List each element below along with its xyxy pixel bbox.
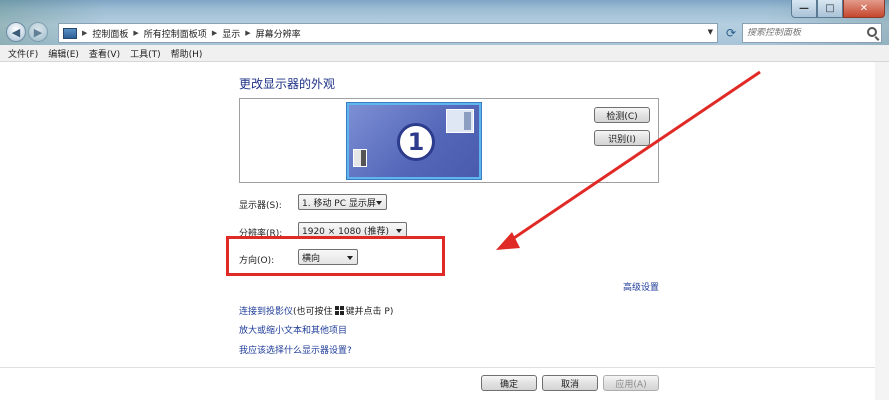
display-select-value: 1. 移动 PC 显示屏 [302, 198, 376, 209]
breadcrumb-item[interactable]: 控制面板 [92, 27, 128, 40]
chevron-right-icon[interactable]: ▶ [212, 29, 217, 37]
refresh-button[interactable]: ⟳ [722, 23, 740, 43]
text-size-link[interactable]: 放大或缩小文本和其他项目 [239, 323, 347, 336]
back-button[interactable]: ◀ [6, 22, 26, 42]
projector-hint-text: (也可按住 [293, 307, 333, 317]
close-button[interactable]: ✕ [843, 0, 885, 18]
identify-button[interactable]: 识别(I) [594, 130, 650, 146]
minimize-icon: — [799, 3, 809, 14]
menu-help[interactable]: 帮助(H) [169, 47, 205, 60]
menu-tools[interactable]: 工具(T) [128, 47, 163, 60]
chevron-right-icon[interactable]: ▶ [245, 29, 250, 37]
projector-link-row: 连接到投影仪(也可按住 键并点击 P) [239, 304, 393, 317]
chevron-down-icon [396, 229, 402, 233]
orientation-highlight-box [226, 236, 445, 276]
breadcrumb-item[interactable]: 显示 [222, 27, 240, 40]
page-title: 更改显示器的外观 [239, 77, 336, 91]
menu-edit[interactable]: 编辑(E) [46, 47, 81, 60]
chevron-right-icon[interactable]: ▶ [82, 29, 87, 37]
monitor-1-tile[interactable]: 1 [347, 103, 481, 179]
close-icon: ✕ [859, 3, 869, 14]
search-box[interactable] [742, 23, 882, 43]
detect-button[interactable]: 检测(C) [594, 107, 650, 123]
main-content: 更改显示器的外观 1 检测(C) 识别(I) 显示器(S): 1. 移动 PC … [0, 62, 889, 400]
window-controls: — □ ✕ [791, 0, 885, 18]
search-input[interactable] [747, 28, 865, 38]
search-icon[interactable] [867, 27, 877, 37]
cancel-button[interactable]: 取消 [542, 375, 598, 391]
nav-buttons: ◀ ▶ [6, 22, 48, 42]
breadcrumb-item[interactable]: 所有控制面板项 [144, 27, 207, 40]
forward-button[interactable]: ▶ [28, 22, 48, 42]
forward-arrow-icon: ▶ [33, 25, 43, 39]
display-select[interactable]: 1. 移动 PC 显示屏 [298, 194, 387, 210]
chevron-down-icon [376, 201, 382, 205]
monitor-preview-panel: 1 检测(C) 识别(I) [239, 98, 659, 183]
control-panel-icon [63, 27, 77, 39]
menu-view[interactable]: 查看(V) [87, 47, 122, 60]
address-bar[interactable]: ▶ 控制面板 ▶ 所有控制面板项 ▶ 显示 ▶ 屏幕分辨率 ▼ [58, 23, 718, 43]
menu-file[interactable]: 文件(F) [6, 47, 40, 60]
breadcrumb-item[interactable]: 屏幕分辨率 [256, 27, 301, 40]
advanced-settings-link[interactable]: 高级设置 [623, 280, 659, 293]
divider [0, 367, 875, 368]
maximize-icon: □ [825, 3, 835, 14]
window-preview-icon [446, 109, 474, 133]
resolution-select-value: 1920 × 1080 (推荐) [302, 226, 389, 237]
windows-logo-icon [334, 306, 344, 315]
display-label: 显示器(S): [239, 201, 282, 211]
ok-button[interactable]: 确定 [481, 375, 537, 391]
address-dropdown-icon[interactable]: ▼ [708, 28, 713, 36]
connect-projector-link[interactable]: 连接到投影仪 [239, 307, 293, 317]
projector-hint-suffix: 键并点击 P) [345, 307, 394, 317]
window-titlebar: — □ ✕ ◀ ▶ ▶ 控制面板 ▶ 所有控制面板项 ▶ 显示 ▶ 屏幕分辨率 … [0, 0, 889, 45]
minimize-button[interactable]: — [791, 0, 817, 18]
menu-bar: 文件(F) 编辑(E) 查看(V) 工具(T) 帮助(H) [0, 45, 889, 62]
device-preview-icon [353, 149, 367, 167]
monitor-number: 1 [397, 123, 435, 161]
chevron-right-icon[interactable]: ▶ [133, 29, 138, 37]
display-settings-help-link[interactable]: 我应该选择什么显示器设置? [239, 343, 352, 356]
maximize-button[interactable]: □ [817, 0, 843, 18]
refresh-icon: ⟳ [725, 26, 737, 40]
vertical-scrollbar[interactable] [875, 62, 889, 400]
apply-button[interactable]: 应用(A) [603, 375, 659, 391]
back-arrow-icon: ◀ [11, 25, 21, 39]
